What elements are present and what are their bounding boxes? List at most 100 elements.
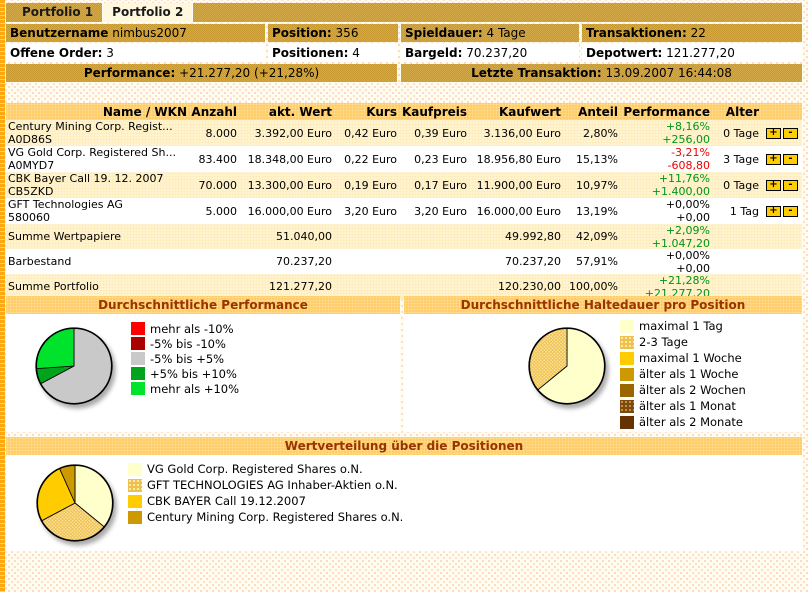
cell-kurs: 3,20 Euro [335, 205, 400, 218]
legend-item: mehr als -10% [131, 321, 239, 336]
cell-akt_wert: 70.237,20 [240, 255, 335, 268]
security-wkn: CB5ZKD [8, 185, 190, 198]
security-wkn: A0MYD7 [8, 159, 190, 172]
header-field-label: Benutzername [10, 26, 108, 40]
charts-row: Durchschnittliche Performance mehr als -… [6, 296, 802, 432]
header-field-label: Bargeld: [405, 46, 462, 60]
summary-name: Summe Portfolio [6, 280, 190, 293]
legend-label: -5% bis +5% [150, 352, 224, 366]
left-border-strip [0, 0, 5, 592]
header-field-label: Depotwert: [586, 46, 662, 60]
cell-kurs: 0,22 Euro [335, 153, 400, 166]
cell-alter: 3 Tage [713, 153, 763, 166]
legend-color-chip [131, 352, 145, 365]
security-wkn: 580060 [8, 211, 190, 224]
legend-item: 2-3 Tage [620, 334, 746, 350]
position-decrease-button[interactable]: - [783, 206, 798, 217]
header-field: Depotwert: 121.277,20 [582, 44, 802, 62]
performance-absolute: +256,00 [621, 133, 710, 146]
column-header: Kaufpreis [400, 105, 470, 119]
performance-percent: +0,00% [621, 198, 710, 211]
tab-portfolio-1[interactable]: Portfolio 1 [13, 3, 102, 22]
position-increase-button[interactable]: + [766, 180, 781, 191]
cell-akt_wert: 121.277,20 [240, 280, 335, 293]
legend-item: VG Gold Corp. Registered Shares o.N. [128, 461, 403, 477]
cell-anteil: 10,97% [564, 179, 621, 192]
cell-name-wkn: CBK Bayer Call 19. 12. 2007CB5ZKD [6, 172, 190, 198]
performance-absolute: -608,80 [621, 159, 710, 172]
security-wkn: A0D86S [8, 133, 190, 146]
cell-anzahl: 70.000 [190, 179, 240, 192]
legend-label: maximal 1 Woche [639, 351, 742, 365]
column-header: Anteil [564, 105, 621, 119]
position-decrease-button[interactable]: - [783, 128, 798, 139]
legend-item: maximal 1 Tag [620, 318, 746, 334]
summary-name: Summe Wertpapiere [6, 230, 190, 243]
performance-percent: +2,09% [621, 224, 710, 237]
table-row: VG Gold Corp. Registered Sh...A0MYD783.4… [6, 146, 802, 172]
legend-color-chip [620, 352, 634, 365]
performance-percent: +11,76% [621, 172, 710, 185]
legend-label: -5% bis -10% [150, 337, 226, 351]
cell-alter: 1 Tag [713, 205, 763, 218]
legend-color-chip [620, 368, 634, 381]
legend-item: -5% bis -10% [131, 336, 239, 351]
cell-name-wkn: VG Gold Corp. Registered Sh...A0MYD7 [6, 146, 190, 172]
legend-label: mehr als -10% [150, 322, 234, 336]
performance-percent: -3,21% [621, 146, 710, 159]
legend-label: mehr als +10% [150, 382, 239, 396]
header-row-2: Offene Order: 3Positionen: 4Bargeld: 70.… [6, 44, 802, 62]
cell-performance: +11,76%+1.400,00 [621, 172, 713, 198]
legend-label: älter als 2 Wochen [639, 383, 746, 397]
legend-color-chip [131, 382, 145, 395]
cell-alter: 0 Tage [713, 127, 763, 140]
cell-anzahl: 5.000 [190, 205, 240, 218]
tab-portfolio-2[interactable]: Portfolio 2 [102, 3, 193, 22]
legend-item: maximal 1 Woche [620, 350, 746, 366]
position-increase-button[interactable]: + [766, 154, 781, 165]
position-increase-button[interactable]: + [766, 128, 781, 139]
legend-item: mehr als +10% [131, 381, 239, 396]
cell-kaufwert: 11.900,00 Euro [470, 179, 564, 192]
position-buttons: +- [763, 180, 802, 191]
value-distribution-body: VG Gold Corp. Registered Shares o.N.GFT … [6, 455, 802, 551]
table-row: GFT Technologies AG5800605.00016.000,00 … [6, 198, 802, 224]
position-increase-button[interactable]: + [766, 206, 781, 217]
position-decrease-button[interactable]: - [783, 154, 798, 165]
table-row: Century Mining Corp. Regist...A0D86S8.00… [6, 120, 802, 146]
legend-item: +5% bis +10% [131, 366, 239, 381]
legend-item: älter als 2 Wochen [620, 382, 746, 398]
cell-kaufpreis: 0,17 Euro [400, 179, 470, 192]
legend-color-chip [620, 320, 634, 333]
performance-percent: +0,00% [621, 249, 710, 262]
header-field-label: Spieldauer: [405, 26, 483, 40]
position-decrease-button[interactable]: - [783, 180, 798, 191]
cell-akt_wert: 51.040,00 [240, 230, 335, 243]
cell-anzahl: 8.000 [190, 127, 240, 140]
legend-item: älter als 1 Woche [620, 366, 746, 382]
header-field-label: Performance: [84, 66, 175, 80]
cell-anzahl: 83.400 [190, 153, 240, 166]
cell-performance: +2,09%+1.047,20 [621, 224, 713, 250]
legend-item: -5% bis +5% [131, 351, 239, 366]
value-distribution-legend: VG Gold Corp. Registered Shares o.N.GFT … [128, 461, 403, 525]
cell-akt_wert: 16.000,00 Euro [240, 205, 335, 218]
legend-item: CBK BAYER Call 19.12.2007 [128, 493, 403, 509]
value-distribution-section: Wertverteilung über die Positionen VG Go… [6, 437, 802, 551]
legend-color-chip [128, 495, 142, 508]
header-row-1: Benutzername nimbus2007Position: 356Spie… [6, 24, 802, 42]
performance-chart-title: Durchschnittliche Performance [6, 296, 400, 314]
cell-performance: +0,00%+0,00 [621, 198, 713, 224]
performance-absolute: +1.400,00 [621, 185, 710, 198]
header-field-label: Transaktionen: [586, 26, 687, 40]
header-field: Offene Order: 3 [6, 44, 265, 62]
legend-label: GFT TECHNOLOGIES AG Inhaber-Aktien o.N. [147, 478, 398, 492]
header-field: Spieldauer: 4 Tage [401, 24, 579, 42]
cell-kaufwert: 18.956,80 Euro [470, 153, 564, 166]
cell-kaufpreis: 0,39 Euro [400, 127, 470, 140]
holding-period-legend: maximal 1 Tag2-3 Tagemaximal 1 Wocheälte… [620, 318, 746, 430]
column-header: Kurs [335, 105, 400, 119]
cell-anteil: 2,80% [564, 127, 621, 140]
header-field: Positionen: 4 [268, 44, 398, 62]
value-distribution-pie-chart [33, 461, 117, 545]
